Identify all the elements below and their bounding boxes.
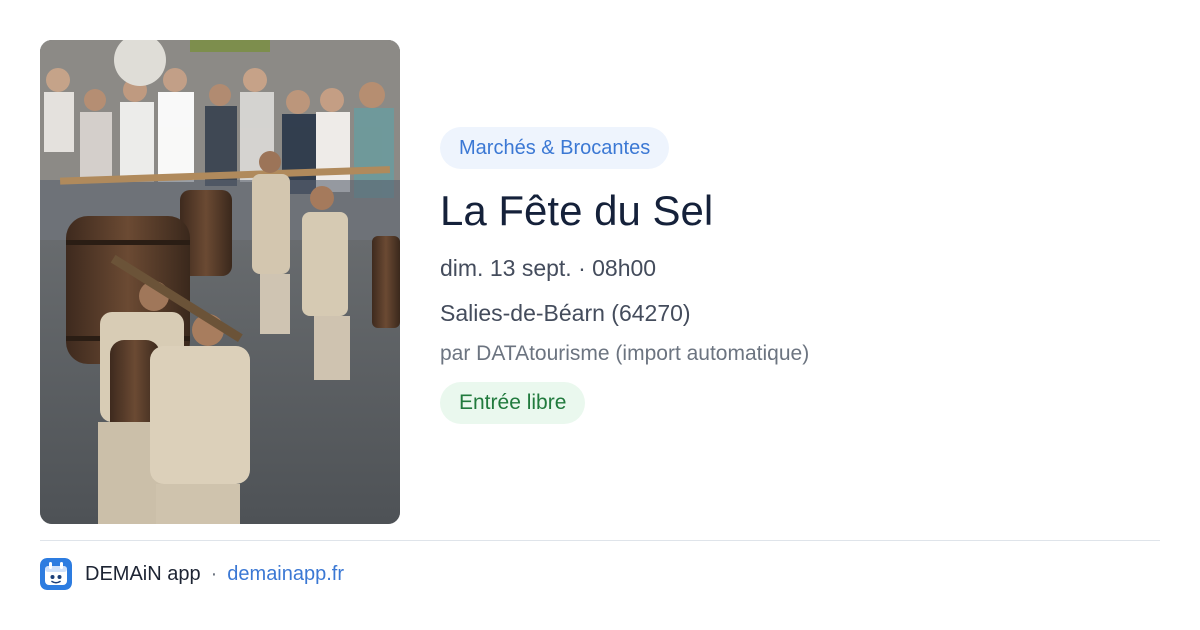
footer-separator: · [210, 562, 218, 585]
event-photo[interactable] [40, 40, 400, 524]
demain-app-logo-icon[interactable] [40, 558, 72, 590]
price-badge: Entrée libre [440, 382, 586, 424]
event-datetime: dim. 13 sept. · 08h00 [440, 255, 657, 281]
event-title[interactable]: La Fête du Sel [440, 185, 1140, 237]
event-location: Salies-de-Béarn (64270) [440, 300, 691, 326]
footer: DEMAiN app · demainapp.fr [40, 558, 344, 590]
event-info: Marchés & Brocantes La Fête du Sel dim. … [440, 127, 1140, 424]
event-source: par DATAtourisme (import automatique) [440, 342, 810, 365]
footer-divider [40, 540, 1160, 541]
event-share-card: Marchés & Brocantes La Fête du Sel dim. … [0, 0, 1200, 630]
category-badge[interactable]: Marchés & Brocantes [440, 127, 670, 169]
event-photo-illustration [40, 40, 400, 524]
app-url-link[interactable]: demainapp.fr [227, 563, 344, 586]
app-name: DEMAiN app [85, 562, 201, 585]
